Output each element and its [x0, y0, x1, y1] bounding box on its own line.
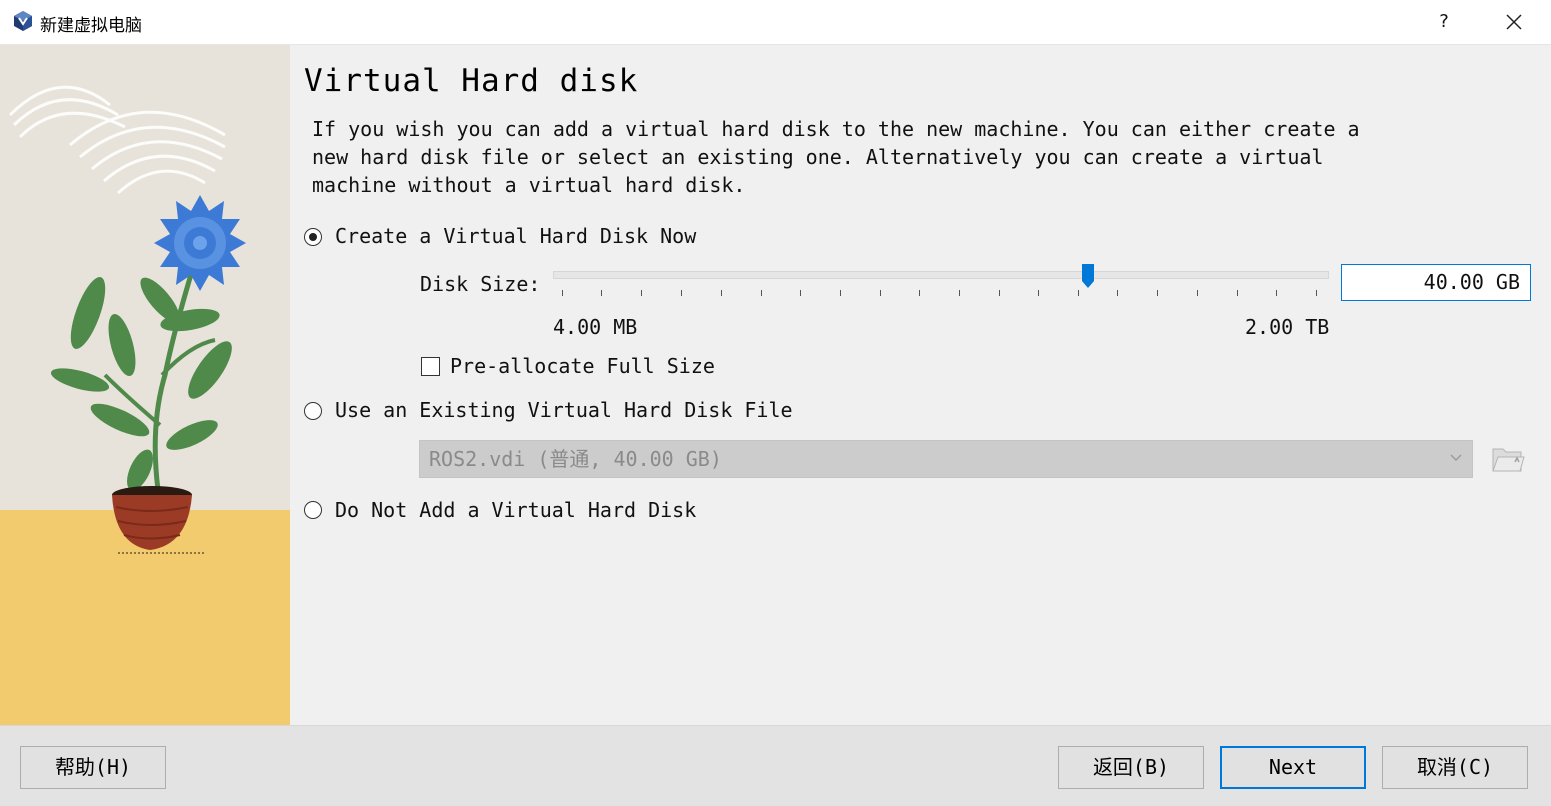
- preallocate-checkbox[interactable]: [421, 357, 440, 376]
- folder-open-icon[interactable]: [1489, 441, 1525, 477]
- close-icon[interactable]: [1498, 8, 1530, 36]
- disk-size-slider-handle[interactable]: [1081, 263, 1095, 289]
- wizard-page: Virtual Hard disk If you wish you can ad…: [290, 45, 1551, 725]
- create-disk-radio[interactable]: [304, 228, 322, 246]
- wizard-illustration: [0, 45, 290, 725]
- back-button[interactable]: 返回(B): [1058, 746, 1204, 789]
- slider-max-label: 2.00 TB: [1245, 315, 1330, 339]
- disk-size-label: Disk Size:: [420, 272, 541, 296]
- title-bar: 新建虚拟电脑 ?: [0, 0, 1551, 45]
- page-title: Virtual Hard disk: [304, 63, 639, 99]
- no-disk-radio[interactable]: [304, 501, 322, 519]
- cancel-button[interactable]: 取消(C): [1382, 746, 1528, 789]
- no-disk-label[interactable]: Do Not Add a Virtual Hard Disk: [335, 498, 696, 522]
- page-description: If you wish you can add a virtual hard d…: [312, 117, 1360, 197]
- slider-min-label: 4.00 MB: [553, 315, 638, 339]
- chevron-down-icon: [1450, 454, 1462, 461]
- flower-pot-illustration: [0, 45, 290, 725]
- create-disk-label[interactable]: Create a Virtual Hard Disk Now: [335, 224, 696, 248]
- virtualbox-icon: [14, 11, 32, 31]
- existing-disk-select-value: ROS2.vdi (普通, 40.00 GB): [429, 447, 722, 471]
- disk-size-slider-track[interactable]: [553, 271, 1329, 279]
- existing-disk-select[interactable]: ROS2.vdi (普通, 40.00 GB): [419, 440, 1473, 478]
- existing-disk-label[interactable]: Use an Existing Virtual Hard Disk File: [335, 398, 793, 422]
- button-bar: 帮助(H) 返回(B) Next 取消(C): [0, 725, 1551, 806]
- window-title: 新建虚拟电脑: [40, 16, 142, 36]
- disk-size-input[interactable]: 40.00 GB: [1341, 264, 1531, 301]
- help-dialog-button[interactable]: 帮助(H): [20, 746, 166, 789]
- preallocate-label[interactable]: Pre-allocate Full Size: [450, 354, 715, 378]
- existing-disk-radio[interactable]: [304, 402, 322, 420]
- help-button[interactable]: ?: [1430, 8, 1458, 36]
- next-button[interactable]: Next: [1220, 746, 1366, 789]
